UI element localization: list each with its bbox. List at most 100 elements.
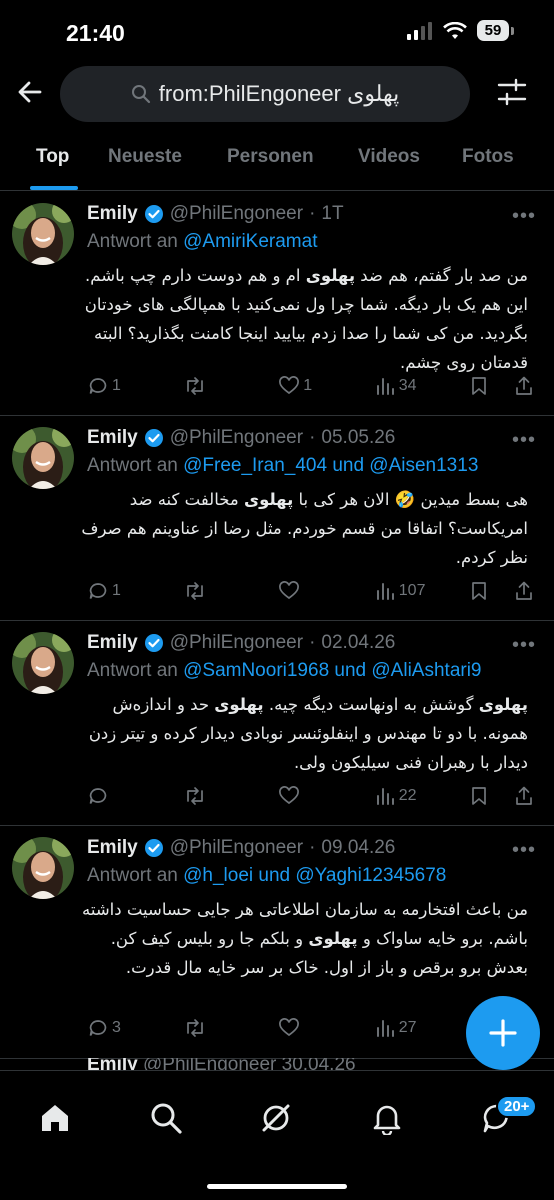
repost-button[interactable] <box>184 1018 254 1038</box>
reply-button[interactable]: 1 <box>88 581 158 601</box>
highlighted-term: پهلوی <box>214 695 264 714</box>
filter-settings-icon[interactable] <box>496 76 528 108</box>
dot-separator: · <box>309 632 316 653</box>
view-count: 107 <box>398 582 426 599</box>
bookmark-button[interactable] <box>470 376 488 396</box>
avatar[interactable] <box>12 837 74 899</box>
back-arrow-icon[interactable] <box>14 76 46 108</box>
author-name[interactable]: Emily <box>87 632 138 654</box>
tab-top[interactable]: Top <box>36 146 69 168</box>
author-handle[interactable]: @PhilEngoneer <box>170 427 303 449</box>
active-tab-indicator <box>30 186 78 190</box>
avatar-photo <box>12 632 74 694</box>
dot-separator: · <box>309 203 316 224</box>
explore-search-icon[interactable] <box>149 1101 183 1135</box>
tab-photos[interactable]: Fotos <box>462 146 514 168</box>
search-top-bar: from:PhilEngoneer پهلوی <box>0 62 554 126</box>
like-button[interactable]: 1 <box>279 376 349 396</box>
more-options-icon[interactable]: ••• <box>512 839 536 862</box>
signal-icon <box>407 21 432 40</box>
like-heart-icon <box>279 581 300 600</box>
reply-to-users[interactable]: @Free_Iran_404 und @Aisen1313 <box>183 455 478 476</box>
dot-separator: · <box>309 427 316 448</box>
reply-button[interactable]: 3 <box>88 1018 158 1038</box>
reply-context: Antwort an @SamNoori1968 und @AliAshtari… <box>87 660 482 682</box>
highlighted-term: پهلوی <box>243 490 294 509</box>
more-options-icon[interactable]: ••• <box>512 205 536 228</box>
dot-separator: · <box>309 837 316 858</box>
share-button[interactable] <box>514 786 534 806</box>
battery-indicator: 59 <box>477 20 509 41</box>
share-icon <box>516 376 532 395</box>
reply-count: 3 <box>112 1019 121 1036</box>
battery-tip <box>511 26 514 35</box>
reply-prefix: Antwort an <box>87 455 178 476</box>
reply-to-users[interactable]: @SamNoori1968 und @AliAshtari9 <box>183 660 481 681</box>
views-button[interactable]: 22 <box>375 786 445 806</box>
tab-videos[interactable]: Videos <box>358 146 420 168</box>
view-count: 34 <box>398 377 417 394</box>
like-button[interactable] <box>279 581 349 601</box>
like-count: 1 <box>303 377 313 394</box>
reply-to-users[interactable]: @h_loei und @Yaghi12345678 <box>183 865 446 886</box>
reply-context: Antwort an @AmiriKeramat <box>87 231 317 253</box>
avatar[interactable] <box>12 203 74 265</box>
search-input[interactable]: from:PhilEngoneer پهلوی <box>60 66 470 122</box>
share-button[interactable] <box>514 581 534 601</box>
like-button[interactable] <box>279 786 349 806</box>
reply-to-users[interactable]: @AmiriKeramat <box>183 231 317 252</box>
notifications-bell-icon[interactable] <box>370 1101 404 1135</box>
share-button[interactable] <box>514 376 534 396</box>
verified-badge-icon <box>144 429 163 447</box>
status-time: 21:40 <box>66 20 125 46</box>
bookmark-button[interactable] <box>470 581 488 601</box>
reply-icon <box>89 378 107 394</box>
views-button[interactable]: 107 <box>375 581 445 601</box>
tweet-time: 09.04.26 <box>321 837 396 858</box>
reply-button[interactable] <box>88 786 158 806</box>
author-handle[interactable]: @PhilEngoneer <box>170 203 303 225</box>
author-name[interactable]: Emily <box>87 427 138 449</box>
home-icon[interactable] <box>38 1101 72 1135</box>
tweet[interactable]: Emily @PhilEngoneer · 1T ••• Antwort an … <box>0 191 554 416</box>
tweet[interactable]: Emily @PhilEngoneer · 05.05.26 ••• Antwo… <box>0 415 554 621</box>
avatar[interactable] <box>12 427 74 489</box>
bookmark-icon <box>472 582 487 600</box>
tweet-actions: 1 107 <box>88 581 534 601</box>
author-name[interactable]: Emily <box>87 203 138 225</box>
more-options-icon[interactable]: ••• <box>512 634 536 657</box>
views-button[interactable]: 34 <box>375 376 445 396</box>
compose-button[interactable] <box>466 996 540 1070</box>
tweet-header: Emily @PhilEngoneer · 09.04.26 <box>87 837 395 859</box>
repost-button[interactable] <box>184 376 254 396</box>
views-button[interactable]: 27 <box>375 1018 445 1038</box>
views-chart-icon <box>376 583 394 600</box>
repost-button[interactable] <box>184 786 254 806</box>
tab-latest[interactable]: Neueste <box>108 146 182 168</box>
grok-icon[interactable] <box>259 1101 293 1135</box>
avatar[interactable] <box>12 632 74 694</box>
like-button[interactable] <box>279 1018 349 1038</box>
author-handle[interactable]: @PhilEngoneer <box>170 837 303 859</box>
repost-button[interactable] <box>184 581 254 601</box>
status-bar: 21:40 59 <box>0 0 554 62</box>
more-options-icon[interactable]: ••• <box>512 429 536 452</box>
reply-button[interactable]: 1 <box>88 376 158 396</box>
like-heart-icon <box>279 786 300 805</box>
highlighted-term: پهلوی <box>478 695 528 714</box>
repost-icon <box>186 582 203 600</box>
bookmark-button[interactable] <box>470 786 488 806</box>
tweet-header: Emily @PhilEngoneer · 02.04.26 <box>87 632 395 654</box>
author-handle[interactable]: @PhilEngoneer <box>170 632 303 654</box>
tweet-text: من باعث افتخارمه به سازمان اطلاعاتی هر ج… <box>82 900 528 977</box>
tweet[interactable]: Emily @PhilEngoneer · 02.04.26 ••• Antwo… <box>0 620 554 826</box>
tab-people[interactable]: Personen <box>227 146 314 168</box>
views-chart-icon <box>376 1020 394 1037</box>
avatar-photo <box>12 837 74 899</box>
verified-badge-icon <box>144 839 163 857</box>
tweet-time: 05.05.26 <box>321 427 396 448</box>
tweet-actions: 1 1 34 <box>88 376 534 396</box>
peek-name: Emily <box>87 1058 138 1070</box>
author-name[interactable]: Emily <box>87 837 138 859</box>
avatar-photo <box>12 427 74 489</box>
